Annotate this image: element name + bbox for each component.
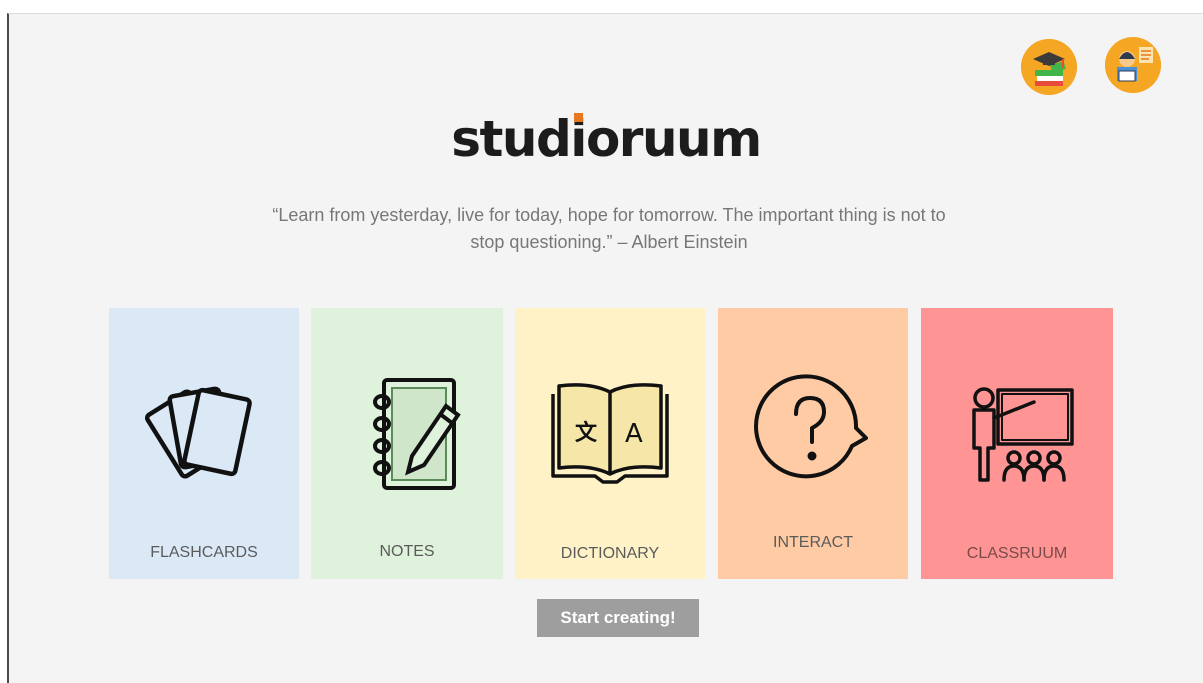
svg-text:文: 文 xyxy=(575,420,598,446)
reading-student-icon xyxy=(1105,37,1161,93)
tile-interact[interactable]: INTERACT xyxy=(718,308,908,579)
flashcards-icon xyxy=(144,386,252,479)
tile-dictionary[interactable]: 文 A DICTIONARY xyxy=(515,308,705,579)
start-creating-button[interactable]: Start creating! xyxy=(537,599,699,637)
logo-suffix: oruum xyxy=(585,110,762,168)
tile-classruum[interactable]: CLASSRUUM xyxy=(921,308,1113,579)
translate-book-icon: 文 A xyxy=(551,383,669,484)
tile-label-notes: NOTES xyxy=(379,543,435,560)
app-logo: studi oruum xyxy=(9,110,1203,168)
tile-label-classruum: CLASSRUUM xyxy=(966,545,1068,562)
logo-accent-dot xyxy=(574,113,584,122)
graduation-books-avatar[interactable] xyxy=(1021,39,1077,95)
reading-student-avatar[interactable] xyxy=(1105,37,1161,93)
logo-i: i xyxy=(570,110,587,168)
tile-label-interact: INTERACT xyxy=(773,534,853,551)
tile-notes[interactable]: NOTES xyxy=(311,308,503,579)
svg-text:A: A xyxy=(625,419,643,449)
app-window: studi oruum “Learn from yesterday, live f… xyxy=(7,13,1203,683)
tile-label-dictionary: DICTIONARY xyxy=(560,545,660,562)
logo-prefix: stud xyxy=(451,110,572,168)
notebook-pencil-icon xyxy=(373,378,461,490)
question-bubble-icon xyxy=(754,374,868,479)
classroom-teacher-icon xyxy=(972,387,1074,482)
graduation-books-icon xyxy=(1021,39,1077,95)
tile-flashcards[interactable]: FLASHCARDS xyxy=(109,308,299,579)
inspirational-quote: “Learn from yesterday, live for today, h… xyxy=(272,205,946,252)
tile-label-flashcards: FLASHCARDS xyxy=(150,544,258,561)
